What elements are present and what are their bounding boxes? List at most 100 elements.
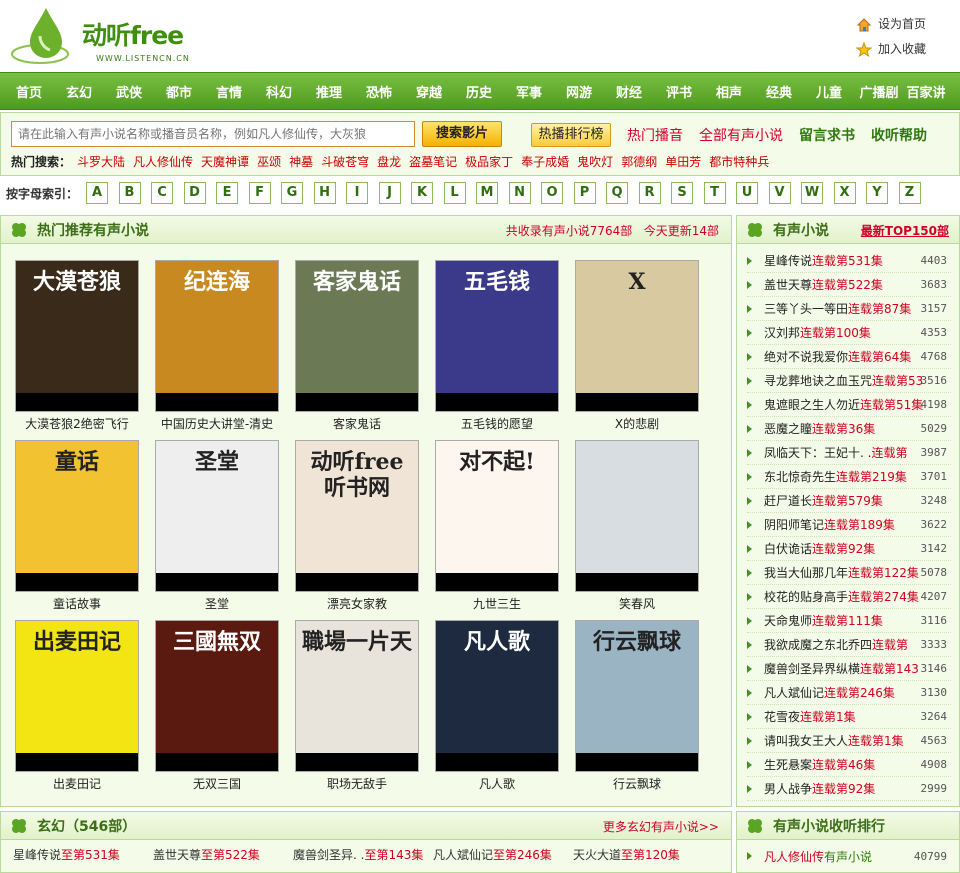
book-card[interactable]: 出麦田记 出麦田记 xyxy=(15,620,139,791)
novel-name[interactable]: 三等丫头一等田 xyxy=(764,300,848,317)
nav-item[interactable]: 历史 xyxy=(454,82,504,101)
book-card[interactable]: 纪连海 中国历史大讲堂-清史 xyxy=(155,260,279,431)
sidebar-list-item[interactable]: 凤临天下：王妃十. . 连载第 3987 xyxy=(747,441,951,465)
sidebar-list-item[interactable]: 花雪夜 连载第1集 3264 xyxy=(747,705,951,729)
alpha-letter-button[interactable]: J xyxy=(378,182,401,204)
nav-item[interactable]: 网游 xyxy=(554,82,604,101)
xuanhuan-item[interactable]: 魔兽剑圣异. .至第143集 xyxy=(293,846,433,863)
alpha-letter-button[interactable]: K xyxy=(411,182,434,204)
novel-name[interactable]: 生死悬案 xyxy=(764,756,812,773)
alpha-letter-button[interactable]: X xyxy=(833,182,856,204)
novel-name[interactable]: 凡人斌仙记 xyxy=(764,684,824,701)
book-card[interactable]: 笑春风 xyxy=(575,440,699,612)
alpha-letter-button[interactable]: M xyxy=(476,182,499,204)
nav-item[interactable]: 玄幻 xyxy=(54,82,104,101)
alpha-letter-button[interactable]: L xyxy=(443,182,466,204)
search-button[interactable]: 搜索影片 xyxy=(422,121,502,147)
sidebar-list-item[interactable]: 校花的贴身高手 连载第274集 4207 xyxy=(747,585,951,609)
book-title[interactable]: 无双三国 xyxy=(155,775,279,792)
sidebar-list-item[interactable]: 男人战争 连载第92集 2999 xyxy=(747,777,951,801)
alpha-letter-button[interactable]: O xyxy=(541,182,564,204)
book-title[interactable]: X的悲剧 xyxy=(575,415,699,432)
alpha-letter-button[interactable]: B xyxy=(118,182,141,204)
book-title[interactable]: 笑春风 xyxy=(575,595,699,612)
rank-list-item[interactable]: 凡人修仙传 有声小说 40799 xyxy=(747,844,951,868)
hot-search-link[interactable]: 盘龙 xyxy=(377,153,401,170)
sidebar-list-item[interactable]: 我当大仙那几年 连载第122集 5078 xyxy=(747,561,951,585)
site-logo[interactable]: 动听free WWW.LISTENCN.CN xyxy=(10,6,210,68)
hot-search-link[interactable]: 郭德纲 xyxy=(621,153,657,170)
novel-name[interactable]: 凡人斌仙记 xyxy=(433,848,493,862)
book-cover-image[interactable]: 五毛钱 xyxy=(435,260,559,412)
alpha-letter-button[interactable]: I xyxy=(346,182,369,204)
sidebar-list-item[interactable]: 恶魔之瞳 连载第36集 5029 xyxy=(747,417,951,441)
book-cover-image[interactable]: 童话 xyxy=(15,440,139,592)
book-title[interactable]: 客家鬼话 xyxy=(295,415,419,432)
sidebar-list-item[interactable]: 请叫我女王大人 连载第1集 4563 xyxy=(747,729,951,753)
nav-item[interactable]: 军事 xyxy=(504,82,554,101)
nav-item[interactable]: 广播剧 xyxy=(854,82,904,101)
all-novels-link[interactable]: 全部有声小说 xyxy=(699,125,783,145)
nav-item[interactable]: 相声 xyxy=(704,82,754,101)
alpha-letter-button[interactable]: A xyxy=(86,182,109,204)
alpha-letter-button[interactable]: F xyxy=(248,182,271,204)
alpha-letter-button[interactable]: Y xyxy=(866,182,889,204)
sidebar-list-item[interactable]: 魔兽剑圣异界纵横 连载第143 3146 xyxy=(747,657,951,681)
novel-name[interactable]: 魔兽剑圣异. . xyxy=(293,848,364,862)
novel-name[interactable]: 天火大道 xyxy=(573,848,621,862)
book-cover-image[interactable]: 圣堂 xyxy=(155,440,279,592)
sidebar-list-item[interactable]: 汉刘邦 连载第100集 4353 xyxy=(747,321,951,345)
hot-search-link[interactable]: 巫颂 xyxy=(257,153,281,170)
novel-name[interactable]: 凡人修仙传 xyxy=(764,848,824,865)
alpha-letter-button[interactable]: R xyxy=(638,182,661,204)
hot-search-link[interactable]: 盗墓笔记 xyxy=(409,153,457,170)
novel-name[interactable]: 花雪夜 xyxy=(764,708,800,725)
alpha-letter-button[interactable]: V xyxy=(768,182,791,204)
book-title[interactable]: 行云飘球 xyxy=(575,775,699,792)
book-card[interactable]: 大漠苍狼 大漠苍狼2绝密飞行 xyxy=(15,260,139,432)
book-card[interactable]: 童话 童话故事 xyxy=(15,440,139,611)
nav-item[interactable]: 百家讲 xyxy=(904,82,948,101)
hot-search-link[interactable]: 天魔神谭 xyxy=(201,153,249,170)
book-cover-image[interactable]: 出麦田记 xyxy=(15,620,139,772)
book-cover-image[interactable]: X xyxy=(575,260,699,412)
alpha-letter-button[interactable]: Q xyxy=(606,182,629,204)
novel-name[interactable]: 校花的贴身高手 xyxy=(764,588,848,605)
help-link[interactable]: 收听帮助 xyxy=(871,125,927,145)
novel-name[interactable]: 汉刘邦 xyxy=(764,324,800,341)
nav-item[interactable]: 首页 xyxy=(4,82,54,101)
book-card[interactable]: 客家鬼话 客家鬼话 xyxy=(295,260,419,432)
book-card[interactable]: 三國無双 无双三国 xyxy=(155,620,279,792)
book-card[interactable]: 五毛钱 五毛钱的愿望 xyxy=(435,260,559,432)
novel-name[interactable]: 星峰传说 xyxy=(13,848,61,862)
hot-search-link[interactable]: 单田芳 xyxy=(665,153,701,170)
novel-name[interactable]: 星峰传说 xyxy=(764,252,812,269)
novel-name[interactable]: 请叫我女王大人 xyxy=(764,732,848,749)
sidebar-list-item[interactable]: 我欲成魔之东北乔四 连载第 3333 xyxy=(747,633,951,657)
nav-item[interactable]: 评书 xyxy=(654,82,704,101)
book-cover-image[interactable] xyxy=(575,440,699,592)
book-title[interactable]: 九世三生 xyxy=(435,595,559,612)
hot-anchor-link[interactable]: 热门播音 xyxy=(627,125,683,145)
sidebar-list-item[interactable]: 东北惊奇先生 连载第219集 3701 xyxy=(747,465,951,489)
book-cover-image[interactable]: 職場一片天 xyxy=(295,620,419,772)
book-card[interactable]: 行云飘球 行云飘球 xyxy=(575,620,699,792)
book-title[interactable]: 职场无敌手 xyxy=(295,775,419,792)
add-favorite-link[interactable]: 加入收藏 xyxy=(856,37,926,62)
request-book-link[interactable]: 留言求书 xyxy=(799,125,855,145)
nav-item[interactable]: 儿童 xyxy=(804,82,854,101)
nav-item[interactable]: 穿越 xyxy=(404,82,454,101)
book-card[interactable]: 職場一片天职场无敌手 xyxy=(295,620,419,792)
book-title[interactable]: 大漠苍狼2绝密飞行 xyxy=(15,415,139,432)
book-title[interactable]: 凡人歌 xyxy=(435,775,559,792)
sidebar-list-item[interactable]: 白伏诡话 连载第92集 3142 xyxy=(747,537,951,561)
novel-name[interactable]: 我当大仙那几年 xyxy=(764,564,848,581)
hot-search-link[interactable]: 斗破苍穹 xyxy=(321,153,369,170)
book-card[interactable]: X X的悲剧 xyxy=(575,260,699,432)
hot-search-link[interactable]: 鬼吹灯 xyxy=(577,153,613,170)
nav-item[interactable]: 科幻 xyxy=(254,82,304,101)
sidebar-list-item[interactable]: 三等丫头一等田 连载第87集 3157 xyxy=(747,297,951,321)
xuanhuan-item[interactable]: 凡人斌仙记至第246集 xyxy=(433,846,573,863)
book-cover-image[interactable]: 凡人歌 xyxy=(435,620,559,772)
book-title[interactable]: 五毛钱的愿望 xyxy=(435,415,559,432)
